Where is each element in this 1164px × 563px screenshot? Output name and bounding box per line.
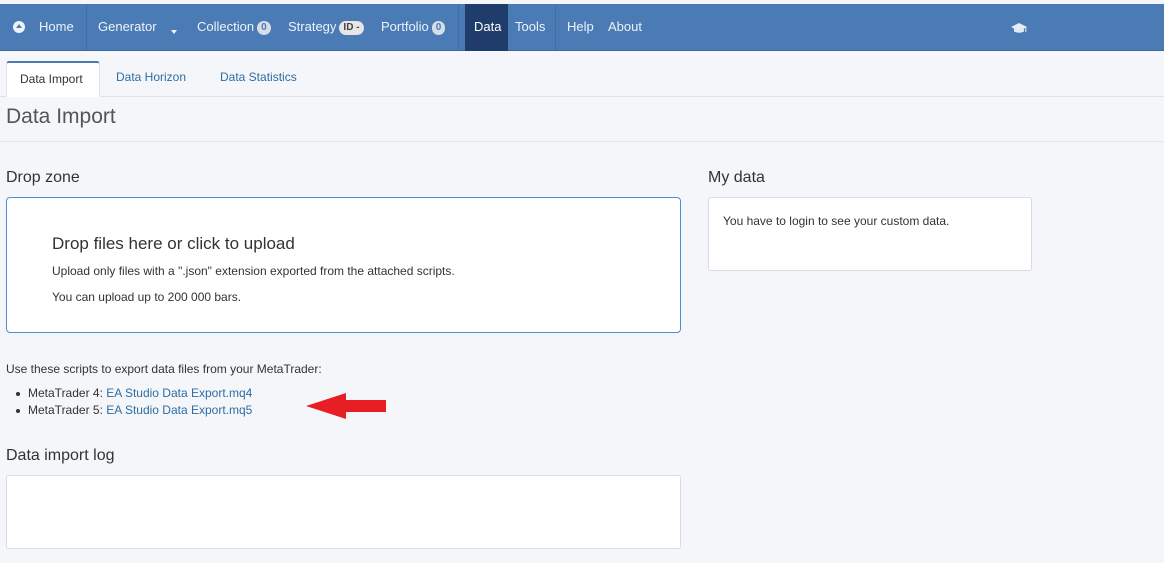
nav-home[interactable]: Home [39, 4, 74, 50]
mq5-script-link[interactable]: EA Studio Data Export.mq5 [106, 403, 252, 417]
caret-down-icon[interactable] [171, 30, 177, 34]
strategy-id-badge: ID - [339, 21, 364, 35]
collection-count-badge: 0 [257, 21, 271, 35]
scripts-intro: Use these scripts to export data files f… [6, 362, 322, 376]
nav-divider [458, 4, 459, 50]
nav-data[interactable]: Data [474, 4, 501, 50]
tab-data-statistics[interactable]: Data Statistics [207, 61, 310, 97]
nav-tools[interactable]: Tools [515, 4, 545, 50]
nav-portfolio[interactable]: Portfolio 0 [381, 4, 446, 50]
nav-collection-label: Collection [197, 19, 255, 34]
dropzone-heading: Drop zone [6, 169, 80, 186]
mq4-script-link[interactable]: EA Studio Data Export.mq4 [106, 386, 252, 400]
dropzone-hint-extension: Upload only files with a ".json" extensi… [52, 264, 455, 278]
nav-collection[interactable]: Collection 0 [197, 4, 271, 50]
nav-strategy[interactable]: Strategy ID - [288, 4, 364, 50]
my-data-panel: You have to login to see your custom dat… [708, 197, 1032, 271]
divider [0, 141, 1164, 142]
graduation-cap-icon[interactable] [1011, 22, 1027, 34]
page-title: Data Import [6, 105, 116, 128]
home-icon[interactable] [13, 21, 25, 33]
import-log-box [6, 475, 681, 549]
script-list: MetaTrader 4: EA Studio Data Export.mq4 … [15, 386, 252, 420]
nav-portfolio-label: Portfolio [381, 19, 429, 34]
script-prefix: MetaTrader 5: [28, 403, 107, 417]
file-dropzone[interactable]: Drop files here or click to upload Uploa… [6, 197, 681, 333]
nav-strategy-label: Strategy [288, 19, 337, 34]
script-prefix: MetaTrader 4: [28, 386, 107, 400]
nav-generator[interactable]: Generator [98, 4, 157, 50]
nav-divider [86, 4, 87, 50]
tab-data-horizon[interactable]: Data Horizon [103, 61, 199, 97]
nav-about[interactable]: About [608, 4, 642, 50]
tab-data-import[interactable]: Data Import [6, 61, 100, 97]
log-heading: Data import log [6, 447, 115, 464]
nav-divider [555, 4, 556, 50]
my-data-heading: My data [708, 169, 765, 186]
list-item: MetaTrader 5: EA Studio Data Export.mq5 [15, 403, 252, 420]
top-navbar: Home Generator Collection 0 Strategy ID - … [0, 4, 1164, 51]
portfolio-count-badge: 0 [431, 21, 446, 35]
list-item: MetaTrader 4: EA Studio Data Export.mq4 [15, 386, 252, 403]
dropzone-title: Drop files here or click to upload [52, 234, 295, 253]
nav-help[interactable]: Help [567, 4, 594, 50]
my-data-message: You have to login to see your custom dat… [723, 214, 950, 228]
tab-bar: Data Import Data Horizon Data Statistics [0, 51, 1164, 97]
dropzone-hint-limit: You can upload up to 200 000 bars. [52, 290, 242, 304]
red-arrow-icon [306, 393, 386, 419]
